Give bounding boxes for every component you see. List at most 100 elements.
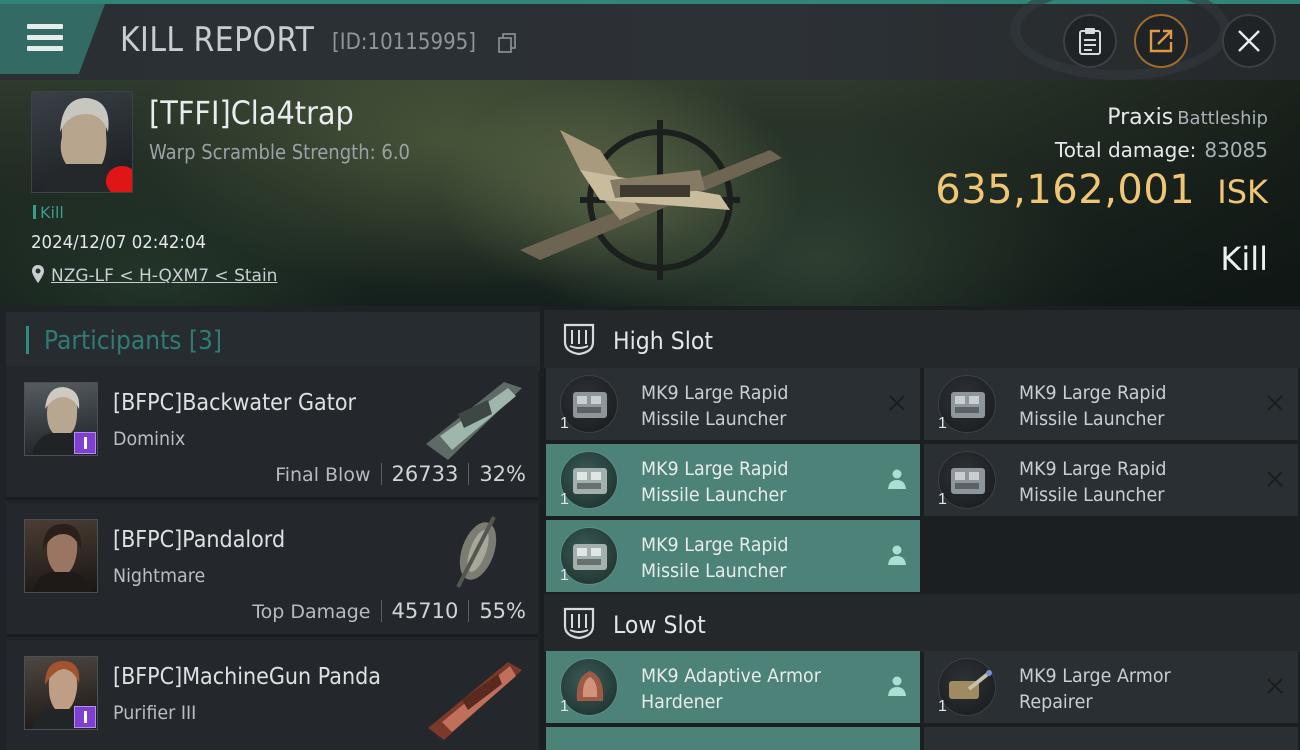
module-item[interactable]: 1 MK9 Large Rapid Missile Launcher (546, 368, 920, 440)
participant-ship-image (428, 662, 522, 740)
module-name: MK9 Large Rapid Missile Launcher (641, 380, 853, 432)
top-bar: KILL REPORT [ID:10115995] (0, 0, 1300, 80)
module-name: MK9 Large Armor Repairer (1019, 663, 1231, 715)
module-qty: 1 (938, 415, 947, 432)
person-icon (888, 469, 906, 489)
kill-tag-label: Kill (40, 203, 64, 222)
module-item-partial[interactable] (924, 727, 1298, 750)
module-qty: 1 (560, 698, 569, 715)
participant-row[interactable]: [BFPC]Backwater Gator Dominix Final Blow… (6, 366, 538, 500)
isk-amount: 635,162,001 (935, 167, 1196, 213)
module-name-line1: MK9 Large Rapid (1019, 382, 1167, 404)
ship-class: Battleship (1177, 108, 1268, 129)
module-name: MK9 Large Rapid Missile Launcher (1019, 456, 1231, 508)
share-icon (1149, 29, 1173, 53)
participant-ship: Nightmare (113, 565, 206, 587)
victim-name: [TFFI]Cla4trap (149, 94, 354, 132)
victim-avatar[interactable] (31, 91, 133, 193)
share-button[interactable] (1134, 14, 1188, 68)
module-item[interactable]: 1 MK9 Large Armor Repairer (924, 651, 1298, 723)
participant-damage: 45710 (391, 599, 459, 623)
participant-avatar (24, 519, 98, 593)
module-name-line2: Missile Launcher (641, 408, 787, 430)
participants-panel: Participants [3] [BFPC]Backwater Gator D… (0, 306, 540, 750)
module-name: MK9 Adaptive Armor Hardener (641, 663, 853, 715)
person-icon (888, 545, 906, 565)
module-name-line2: Missile Launcher (641, 560, 787, 582)
participants-title: Participants [3] (44, 326, 223, 356)
module-name-line2: Missile Launcher (1019, 408, 1165, 430)
module-name-line1: MK9 Large Rapid (641, 534, 789, 556)
ship-type: Praxis Battleship (1107, 105, 1268, 130)
module-qty: 1 (560, 567, 569, 584)
participant-stats: Top Damage 45710 55% (252, 599, 526, 623)
participant-ship: Dominix (113, 428, 186, 450)
module-item[interactable]: 1 MK9 Adaptive Armor Hardener (546, 651, 920, 723)
location-text: NZG-LF < H-QXM7 < Stain (51, 266, 278, 286)
person-icon (888, 676, 906, 696)
low-slot-title: Low Slot (613, 611, 706, 639)
participant-percent: 55% (479, 599, 526, 623)
isk-value: 635,162,001 ISK (935, 167, 1268, 213)
destroyed-x-icon (1264, 468, 1286, 490)
module-name-line1: MK9 Large Rapid (1019, 458, 1167, 480)
fitting-panel: High Slot 1 MK9 Large Rapid Missile Launc… (540, 306, 1300, 750)
clipboard-icon (1079, 28, 1101, 55)
high-slot-title: High Slot (613, 327, 714, 355)
decorative-ring (1010, 0, 1230, 80)
module-item[interactable]: 1 MK9 Large Rapid Missile Launcher (924, 444, 1298, 516)
module-item-partial[interactable] (546, 727, 920, 750)
clipboard-button[interactable] (1063, 14, 1117, 68)
victim-ship-render (520, 120, 782, 280)
low-slot-icon (563, 607, 595, 640)
menu-button[interactable] (0, 4, 105, 74)
kill-datetime: 2024/12/07 02:42:04 (31, 232, 207, 253)
location-link[interactable]: NZG-LF < H-QXM7 < Stain (31, 264, 277, 286)
module-qty: 1 (560, 491, 569, 508)
report-id: [ID:10115995] (332, 30, 476, 55)
module-name-line1: MK9 Large Rapid (641, 382, 789, 404)
participant-role: Final Blow (275, 464, 371, 486)
module-name-line1: MK9 Adaptive Armor (641, 665, 821, 687)
victim-detail: Warp Scramble Strength: 6.0 (149, 140, 411, 164)
participant-row[interactable]: [BFPC]Pandalord Nightmare Top Damage 4571… (6, 503, 538, 637)
module-item[interactable]: 1 MK9 Large Rapid Missile Launcher (924, 368, 1298, 440)
module-name: MK9 Large Rapid Missile Launcher (641, 456, 853, 508)
module-name-line2: Missile Launcher (1019, 484, 1165, 506)
participant-name: [BFPC]MachineGun Panda (113, 664, 381, 690)
module-name-line1: MK9 Large Armor (1019, 665, 1171, 687)
menu-icon-bar (27, 46, 63, 51)
high-slot-icon (563, 323, 595, 356)
module-name-line2: Repairer (1019, 691, 1093, 713)
result-label: Kill (1220, 240, 1268, 278)
module-qty: 1 (560, 415, 569, 432)
close-icon (1238, 30, 1260, 52)
red-mark (106, 166, 132, 192)
module-item[interactable]: 1 MK9 Large Rapid Missile Launcher (546, 520, 920, 592)
kill-hero-panel: [TFFI]Cla4trap Warp Scramble Strength: 6… (0, 80, 1300, 306)
menu-icon-bar (27, 35, 63, 40)
total-damage-label: Total damage: (1054, 138, 1197, 162)
corp-badge (74, 432, 96, 454)
module-name-line1: MK9 Large Rapid (641, 458, 789, 480)
module-qty: 1 (938, 491, 947, 508)
low-slot-header: Low Slot (544, 594, 1300, 652)
participant-percent: 32% (479, 462, 526, 486)
participant-ship-image (456, 516, 497, 588)
participant-row[interactable]: [BFPC]MachineGun Panda Purifier III (6, 640, 538, 750)
high-slot-header: High Slot (544, 310, 1300, 368)
total-damage-value: 83085 (1204, 138, 1268, 162)
module-name: MK9 Large Rapid Missile Launcher (1019, 380, 1231, 432)
participant-name: [BFPC]Pandalord (113, 527, 286, 553)
location-pin-icon (32, 265, 44, 283)
participant-damage: 26733 (391, 462, 459, 486)
close-button[interactable] (1222, 14, 1276, 68)
module-name-line2: Missile Launcher (641, 484, 787, 506)
participant-role: Top Damage (252, 601, 371, 623)
corp-badge (74, 706, 96, 728)
participant-stats: Final Blow 26733 32% (275, 462, 526, 486)
copy-icon[interactable] (498, 33, 516, 53)
total-damage: Total damage: 83085 (1055, 138, 1268, 162)
isk-unit: ISK (1217, 173, 1268, 211)
module-item[interactable]: 1 MK9 Large Rapid Missile Launcher (546, 444, 920, 516)
